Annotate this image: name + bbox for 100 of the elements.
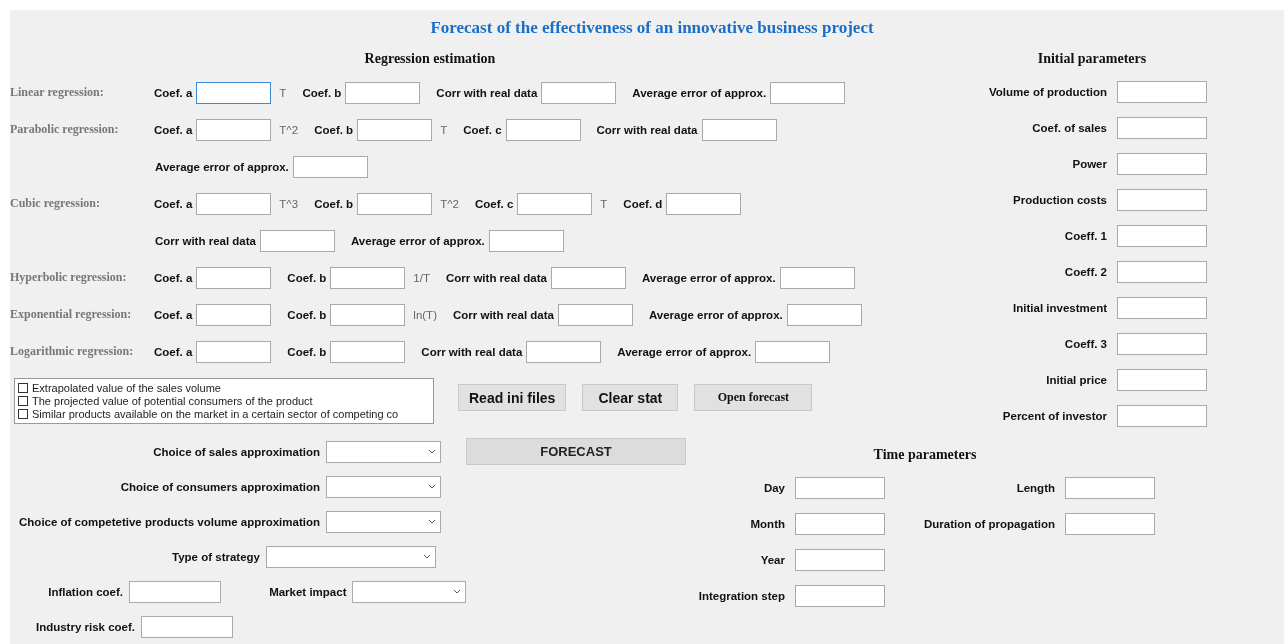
action-button[interactable]: Open forecast — [694, 384, 813, 411]
unit-label: T — [440, 123, 448, 136]
field-label: Coeff. 2 — [1063, 266, 1107, 278]
input-field[interactable] — [795, 477, 885, 499]
dropdown[interactable] — [352, 580, 466, 603]
dropdown[interactable] — [266, 545, 436, 568]
field-label: Coef. b — [314, 197, 354, 210]
chevron-icon — [428, 484, 436, 489]
input-field[interactable] — [196, 192, 272, 215]
field-label: Coef. c — [475, 197, 514, 210]
input-field[interactable] — [345, 81, 421, 104]
field-label: Corr with real data — [436, 86, 538, 99]
field-label: Choice of sales approximation — [152, 445, 320, 458]
input-field[interactable] — [1065, 513, 1155, 535]
field-label: Corr with real data — [452, 308, 554, 321]
input-field[interactable] — [550, 266, 626, 289]
section-heading: Regression estimation — [364, 50, 496, 68]
dropdown[interactable] — [326, 510, 441, 533]
field-label: Initial investment — [1012, 302, 1107, 314]
input-field[interactable] — [795, 513, 885, 535]
input-field[interactable] — [1117, 225, 1207, 247]
input-field[interactable] — [1117, 117, 1207, 139]
input-field[interactable] — [196, 266, 272, 289]
input-field[interactable] — [196, 118, 272, 141]
chevron-icon — [423, 554, 431, 559]
field-label: Length — [1015, 482, 1055, 494]
checkbox[interactable] — [18, 382, 28, 393]
dropdown[interactable] — [326, 440, 441, 463]
unit-label: 1/T — [413, 271, 430, 284]
input-field[interactable] — [701, 118, 777, 141]
input-field[interactable] — [196, 303, 272, 326]
input-field[interactable] — [1117, 369, 1207, 391]
input-field[interactable] — [488, 229, 564, 252]
input-field[interactable] — [786, 303, 862, 326]
input-field[interactable] — [770, 81, 846, 104]
input-field[interactable] — [505, 118, 581, 141]
input-field[interactable] — [1117, 333, 1207, 355]
input-field[interactable] — [357, 118, 433, 141]
input-field[interactable] — [292, 155, 368, 178]
field-label: Choice of competetive products volume approximation — [18, 515, 320, 528]
input-field[interactable] — [141, 615, 233, 638]
field-label: Corr with real data — [596, 123, 698, 136]
input-field[interactable] — [755, 340, 831, 363]
input-field[interactable] — [1117, 153, 1207, 175]
input-field[interactable] — [1117, 81, 1207, 103]
input-field[interactable] — [1117, 261, 1207, 283]
input-field[interactable] — [1117, 405, 1207, 427]
field-label: Month — [749, 518, 785, 530]
input-field[interactable] — [330, 303, 406, 326]
field-label: Coef. a — [154, 308, 193, 321]
field-label: Average error of approx. — [155, 160, 289, 173]
field-label: Coeff. 3 — [1063, 338, 1107, 350]
input-field[interactable] — [557, 303, 633, 326]
field-label: Duration of propagation — [923, 518, 1055, 530]
input-field[interactable] — [526, 340, 602, 363]
field-label: Coef. a — [154, 271, 193, 284]
input-field[interactable] — [666, 192, 742, 215]
unit-label: T^2 — [279, 123, 299, 136]
regression-name: Hyperbolic regression: — [10, 270, 128, 285]
input-field[interactable] — [259, 229, 335, 252]
input-field[interactable] — [779, 266, 855, 289]
field-label: Type of strategy — [171, 550, 260, 563]
forecast-button[interactable]: FORECAST — [466, 438, 686, 465]
input-field[interactable] — [330, 340, 406, 363]
checkbox[interactable] — [18, 409, 28, 420]
field-label: Coef. d — [623, 197, 663, 210]
regression-name: Parabolic regression: — [10, 122, 120, 137]
regression-name: Linear regression: — [10, 85, 105, 100]
input-field[interactable] — [330, 266, 406, 289]
field-label: Percent of investor — [1001, 410, 1107, 422]
field-label: Industry risk coef. — [34, 620, 135, 633]
field-label: Production costs — [1012, 194, 1107, 206]
input-field[interactable] — [517, 192, 593, 215]
field-label: Year — [759, 554, 785, 566]
field-label: Market impact — [269, 585, 347, 598]
field-label: Coef. b — [287, 308, 327, 321]
field-label: Coef. b — [302, 86, 342, 99]
action-button[interactable]: Read ini files — [458, 384, 567, 411]
input-field[interactable] — [196, 81, 272, 104]
input-field[interactable] — [357, 192, 433, 215]
section-heading: Initial parameters — [1037, 50, 1147, 68]
checkbox[interactable] — [18, 396, 28, 406]
input-field[interactable] — [128, 580, 221, 603]
field-label: Coef. c — [463, 123, 502, 136]
unit-label: T^2 — [440, 197, 459, 210]
input-field[interactable] — [1117, 189, 1207, 211]
field-label: Volume of production — [988, 86, 1107, 98]
input-field[interactable] — [1065, 477, 1155, 499]
field-label: Average error of approx. — [648, 308, 783, 321]
input-field[interactable] — [196, 340, 272, 363]
dropdown[interactable] — [326, 475, 441, 498]
input-field[interactable] — [1117, 297, 1207, 319]
field-label: Choice of consumers approximation — [119, 480, 320, 493]
action-button[interactable]: Clear stat — [582, 384, 679, 411]
checkbox-label: Similar products available on the market in a certain sector of competing co — [32, 408, 399, 421]
unit-label: ln(T) — [413, 308, 437, 321]
field-label: Corr with real data — [421, 345, 523, 358]
input-field[interactable] — [541, 81, 617, 104]
input-field[interactable] — [795, 549, 885, 571]
input-field[interactable] — [795, 585, 885, 607]
